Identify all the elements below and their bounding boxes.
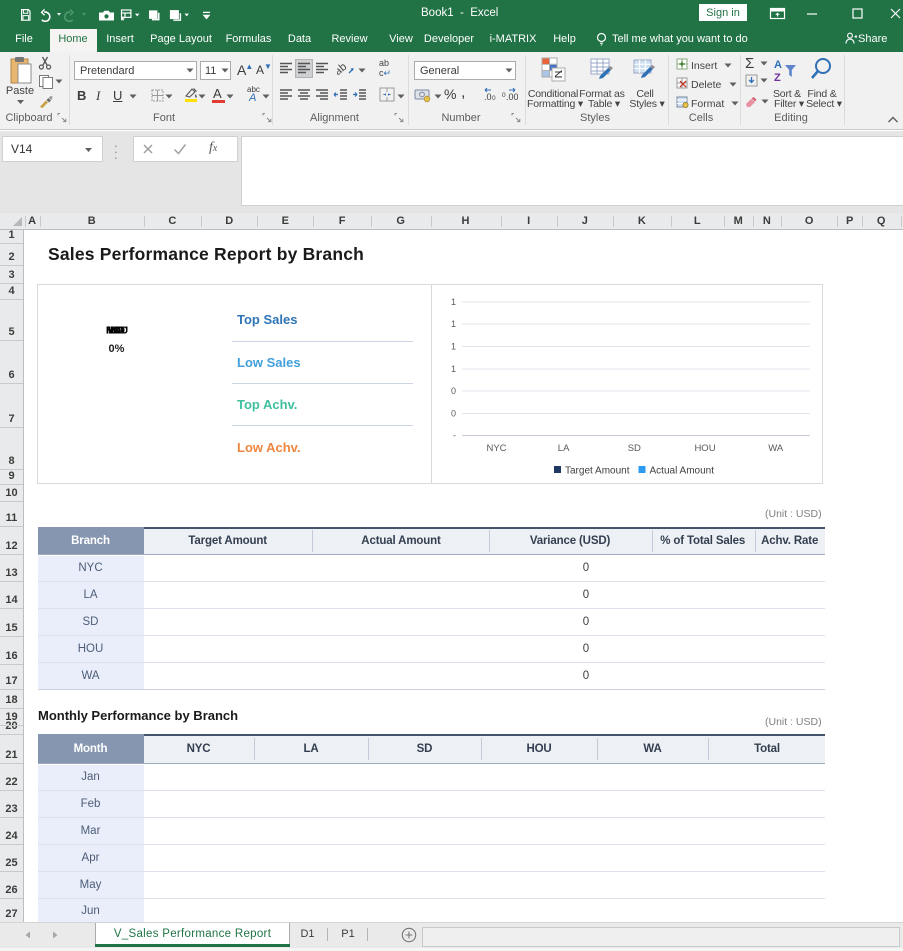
svg-text:1: 1 (451, 364, 456, 374)
svg-text:1: 1 (451, 297, 456, 307)
svg-text:.0: .0 (484, 92, 492, 102)
svg-text:WA: WA (768, 443, 784, 454)
svg-text:A: A (774, 59, 782, 71)
svg-text:HOU: HOU (694, 443, 715, 454)
svg-text:.00: .00 (506, 92, 518, 102)
svg-text:ab: ab (337, 61, 349, 77)
svg-text:LA: LA (558, 443, 570, 454)
svg-text:0: 0 (451, 409, 456, 419)
svg-text:Z: Z (774, 72, 781, 83)
svg-text:Target Amount: Target Amount (565, 466, 630, 477)
svg-text:1: 1 (451, 342, 456, 352)
svg-text:SD: SD (628, 443, 641, 454)
svg-text:0: 0 (451, 386, 456, 396)
svg-text:0: 0 (492, 95, 496, 102)
svg-text:NYC: NYC (486, 443, 506, 454)
svg-text:1: 1 (451, 319, 456, 329)
svg-text:Actual Amount: Actual Amount (650, 466, 715, 477)
svg-text:-: - (453, 431, 456, 441)
